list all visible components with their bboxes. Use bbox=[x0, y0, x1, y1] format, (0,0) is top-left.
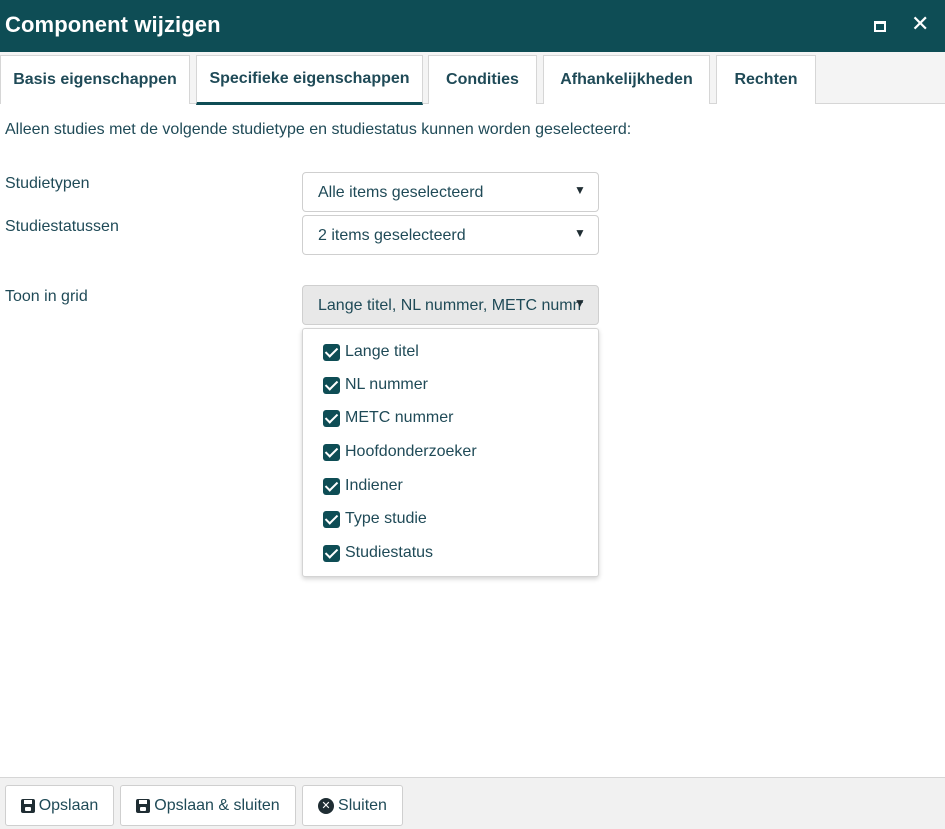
save-and-close-button[interactable]: Opslaan & sluiten bbox=[120, 785, 296, 826]
select-value: Alle items geselecteerd bbox=[318, 184, 484, 201]
tab-specifieke-eigenschappen[interactable]: Specifieke eigenschappen bbox=[196, 55, 423, 105]
checkbox-checked-icon[interactable] bbox=[323, 510, 340, 528]
option-metc-nummer[interactable]: METC nummer bbox=[323, 406, 453, 430]
intro-text: Alleen studies met de volgende studietyp… bbox=[5, 121, 632, 138]
footer-bar: Opslaan Opslaan & sluiten ✕ Sluiten bbox=[0, 777, 945, 829]
option-label: NL nummer bbox=[345, 376, 428, 393]
studietypen-label: Studietypen bbox=[5, 175, 90, 192]
checkbox-checked-icon[interactable] bbox=[323, 409, 340, 427]
option-label: Type studie bbox=[345, 510, 427, 527]
title-bar: Component wijzigen ✕ bbox=[0, 0, 945, 52]
option-hoofdonderzoeker[interactable]: Hoofdonderzoeker bbox=[323, 440, 477, 464]
close-icon: ✕ bbox=[911, 11, 930, 36]
option-studiestatus[interactable]: Studiestatus bbox=[323, 541, 433, 565]
tab-label: Afhankelijkheden bbox=[560, 71, 693, 88]
tab-rechten[interactable]: Rechten bbox=[716, 55, 816, 104]
checkbox-checked-icon[interactable] bbox=[323, 544, 340, 562]
tab-label: Rechten bbox=[734, 71, 798, 88]
close-button[interactable]: ✕ Sluiten bbox=[302, 785, 403, 826]
select-value: 2 items geselecteerd bbox=[318, 227, 466, 244]
maximize-icon bbox=[874, 21, 886, 32]
tab-label: Condities bbox=[446, 71, 519, 88]
tab-afhankelijkheden[interactable]: Afhankelijkheden bbox=[543, 55, 710, 104]
save-and-close-button-label: Opslaan & sluiten bbox=[154, 796, 280, 814]
option-type-studie[interactable]: Type studie bbox=[323, 507, 427, 531]
select-value: Lange titel, NL nummer, METC nummer bbox=[318, 297, 583, 314]
caret-down-icon: ▼ bbox=[574, 296, 586, 310]
studiestatussen-label: Studiestatussen bbox=[5, 218, 119, 235]
maximize-button[interactable] bbox=[868, 14, 892, 38]
option-label: Indiener bbox=[345, 477, 403, 494]
option-label: Hoofdonderzoeker bbox=[345, 443, 477, 460]
tab-basis-eigenschappen[interactable]: Basis eigenschappen bbox=[0, 55, 190, 104]
close-button-label: Sluiten bbox=[338, 796, 387, 814]
checkbox-checked-icon[interactable] bbox=[323, 477, 340, 495]
caret-down-icon: ▼ bbox=[574, 183, 586, 197]
close-circle-icon: ✕ bbox=[318, 797, 335, 814]
option-nl-nummer[interactable]: NL nummer bbox=[323, 373, 428, 397]
tab-bar: Basis eigenschappen Specifieke eigenscha… bbox=[0, 52, 945, 105]
save-icon bbox=[20, 798, 35, 813]
tab-label: Basis eigenschappen bbox=[13, 71, 177, 88]
option-lange-titel[interactable]: Lange titel bbox=[323, 340, 419, 364]
option-indiener[interactable]: Indiener bbox=[323, 474, 403, 498]
caret-down-icon: ▼ bbox=[574, 226, 586, 240]
option-label: Studiestatus bbox=[345, 544, 434, 561]
window-title: Component wijzigen bbox=[5, 12, 221, 37]
checkbox-checked-icon[interactable] bbox=[323, 376, 340, 394]
toon-in-grid-select[interactable]: Lange titel, NL nummer, METC nummer ▼ bbox=[302, 285, 599, 325]
toon-in-grid-dropdown: Lange titel NL nummer METC nummer Hoofdo… bbox=[302, 328, 599, 577]
option-label: Lange titel bbox=[345, 343, 419, 360]
save-button[interactable]: Opslaan bbox=[5, 785, 114, 826]
save-icon bbox=[136, 798, 151, 813]
close-window-button[interactable]: ✕ bbox=[909, 11, 933, 38]
studietypen-select[interactable]: Alle items geselecteerd ▼ bbox=[302, 172, 599, 212]
checkbox-checked-icon[interactable] bbox=[323, 443, 340, 461]
toon-in-grid-label: Toon in grid bbox=[5, 288, 88, 305]
tab-label: Specifieke eigenschappen bbox=[209, 70, 410, 87]
studiestatussen-select[interactable]: 2 items geselecteerd ▼ bbox=[302, 215, 599, 255]
option-label: METC nummer bbox=[345, 409, 454, 426]
tab-condities[interactable]: Condities bbox=[428, 55, 537, 104]
save-button-label: Opslaan bbox=[38, 796, 99, 814]
checkbox-checked-icon[interactable] bbox=[323, 343, 340, 361]
